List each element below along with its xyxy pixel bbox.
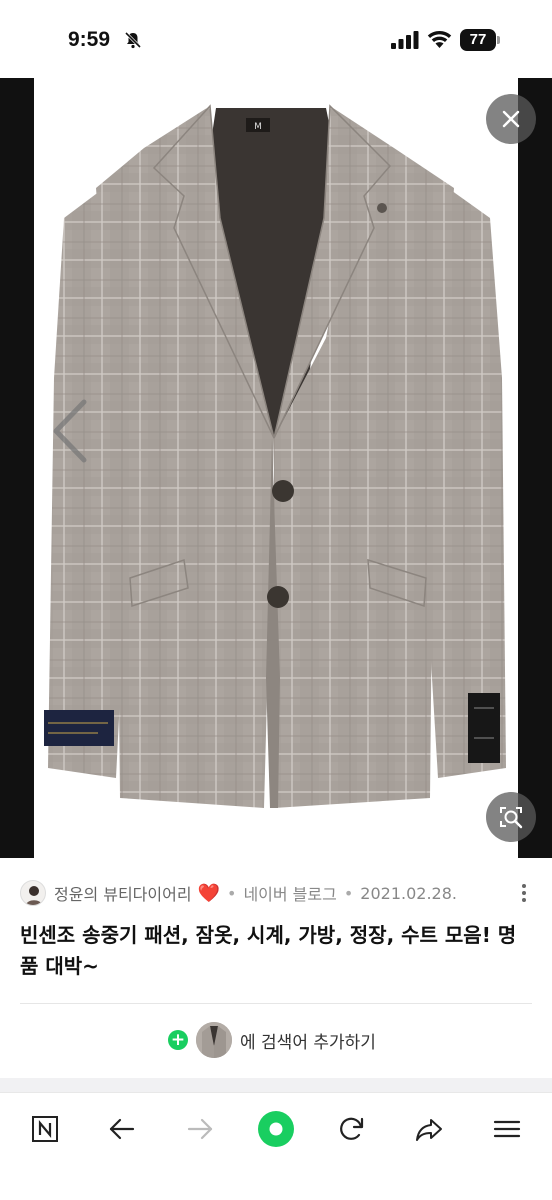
chevron-left-icon xyxy=(53,399,87,463)
refresh-icon xyxy=(340,1117,364,1140)
avatar-portrait-icon xyxy=(25,886,43,905)
green-dot-button[interactable] xyxy=(254,1107,298,1151)
avatar[interactable] xyxy=(20,880,46,906)
close-button[interactable] xyxy=(486,94,536,144)
separator-dot: • xyxy=(227,883,237,903)
add-search-keyword-button[interactable]: + 에 검색어 추가하기 xyxy=(168,1020,376,1060)
previous-image-button[interactable] xyxy=(48,396,92,466)
plus-icon: + xyxy=(168,1030,188,1050)
battery-cap xyxy=(497,36,500,44)
battery-level: 77 xyxy=(460,29,496,51)
post-date: 2021.02.28. xyxy=(360,883,457,903)
menu-icon xyxy=(493,1120,521,1138)
post-title-link[interactable]: 빈센조 송중기 패션, 잠옷, 시계, 가방, 정장, 수트 모음! 명품 대박… xyxy=(20,920,532,982)
battery-icon: 77 xyxy=(460,29,500,51)
add-keyword-label: 에 검색어 추가하기 xyxy=(240,1032,376,1053)
naver-home-icon xyxy=(32,1116,58,1142)
divider xyxy=(20,1003,532,1004)
image-viewer[interactable]: M xyxy=(0,78,552,858)
section-gap xyxy=(0,1078,552,1092)
back-arrow-icon xyxy=(109,1118,135,1140)
browser-toolbar xyxy=(0,1092,552,1200)
menu-button[interactable] xyxy=(485,1107,529,1151)
jacket-illustration: M xyxy=(44,104,506,808)
more-vertical-icon xyxy=(522,884,526,902)
share-icon xyxy=(416,1119,442,1141)
forward-button[interactable] xyxy=(178,1107,222,1151)
more-options-button[interactable] xyxy=(516,880,532,906)
bell-slash-icon xyxy=(124,31,142,49)
share-button[interactable] xyxy=(407,1107,451,1151)
heart-emoji: ❤️ xyxy=(197,882,220,904)
image-search-button[interactable] xyxy=(486,792,536,842)
green-dot-icon xyxy=(258,1111,294,1147)
separator-dot: • xyxy=(343,883,354,903)
platform-name: 네이버 블로그 xyxy=(243,885,337,904)
blog-name[interactable]: 정윤의 뷰티다이어리 xyxy=(54,881,192,905)
naver-home-button[interactable] xyxy=(23,1107,67,1151)
close-icon xyxy=(502,110,520,128)
svg-text:M: M xyxy=(254,122,262,132)
source-row[interactable]: 정윤의 뷰티다이어리 ❤️ • 네이버 블로그 • 2021.02.28. xyxy=(20,878,532,908)
cellular-signal-icon xyxy=(391,31,419,49)
back-button[interactable] xyxy=(100,1107,144,1151)
forward-arrow-icon xyxy=(187,1118,213,1140)
wifi-icon xyxy=(427,31,452,48)
status-time: 9:59 xyxy=(68,28,111,51)
image-source-panel: 정윤의 뷰티다이어리 ❤️ • 네이버 블로그 • 2021.02.28. 빈센… xyxy=(0,858,552,1078)
image-search-lens-icon xyxy=(500,807,523,829)
refresh-button[interactable] xyxy=(330,1107,374,1151)
product-photo-suit-jacket[interactable]: M xyxy=(34,78,518,858)
jacket-thumbnail-image xyxy=(196,1022,232,1058)
status-bar: 9:59 77 xyxy=(0,0,552,78)
keyword-thumbnail xyxy=(196,1022,232,1058)
